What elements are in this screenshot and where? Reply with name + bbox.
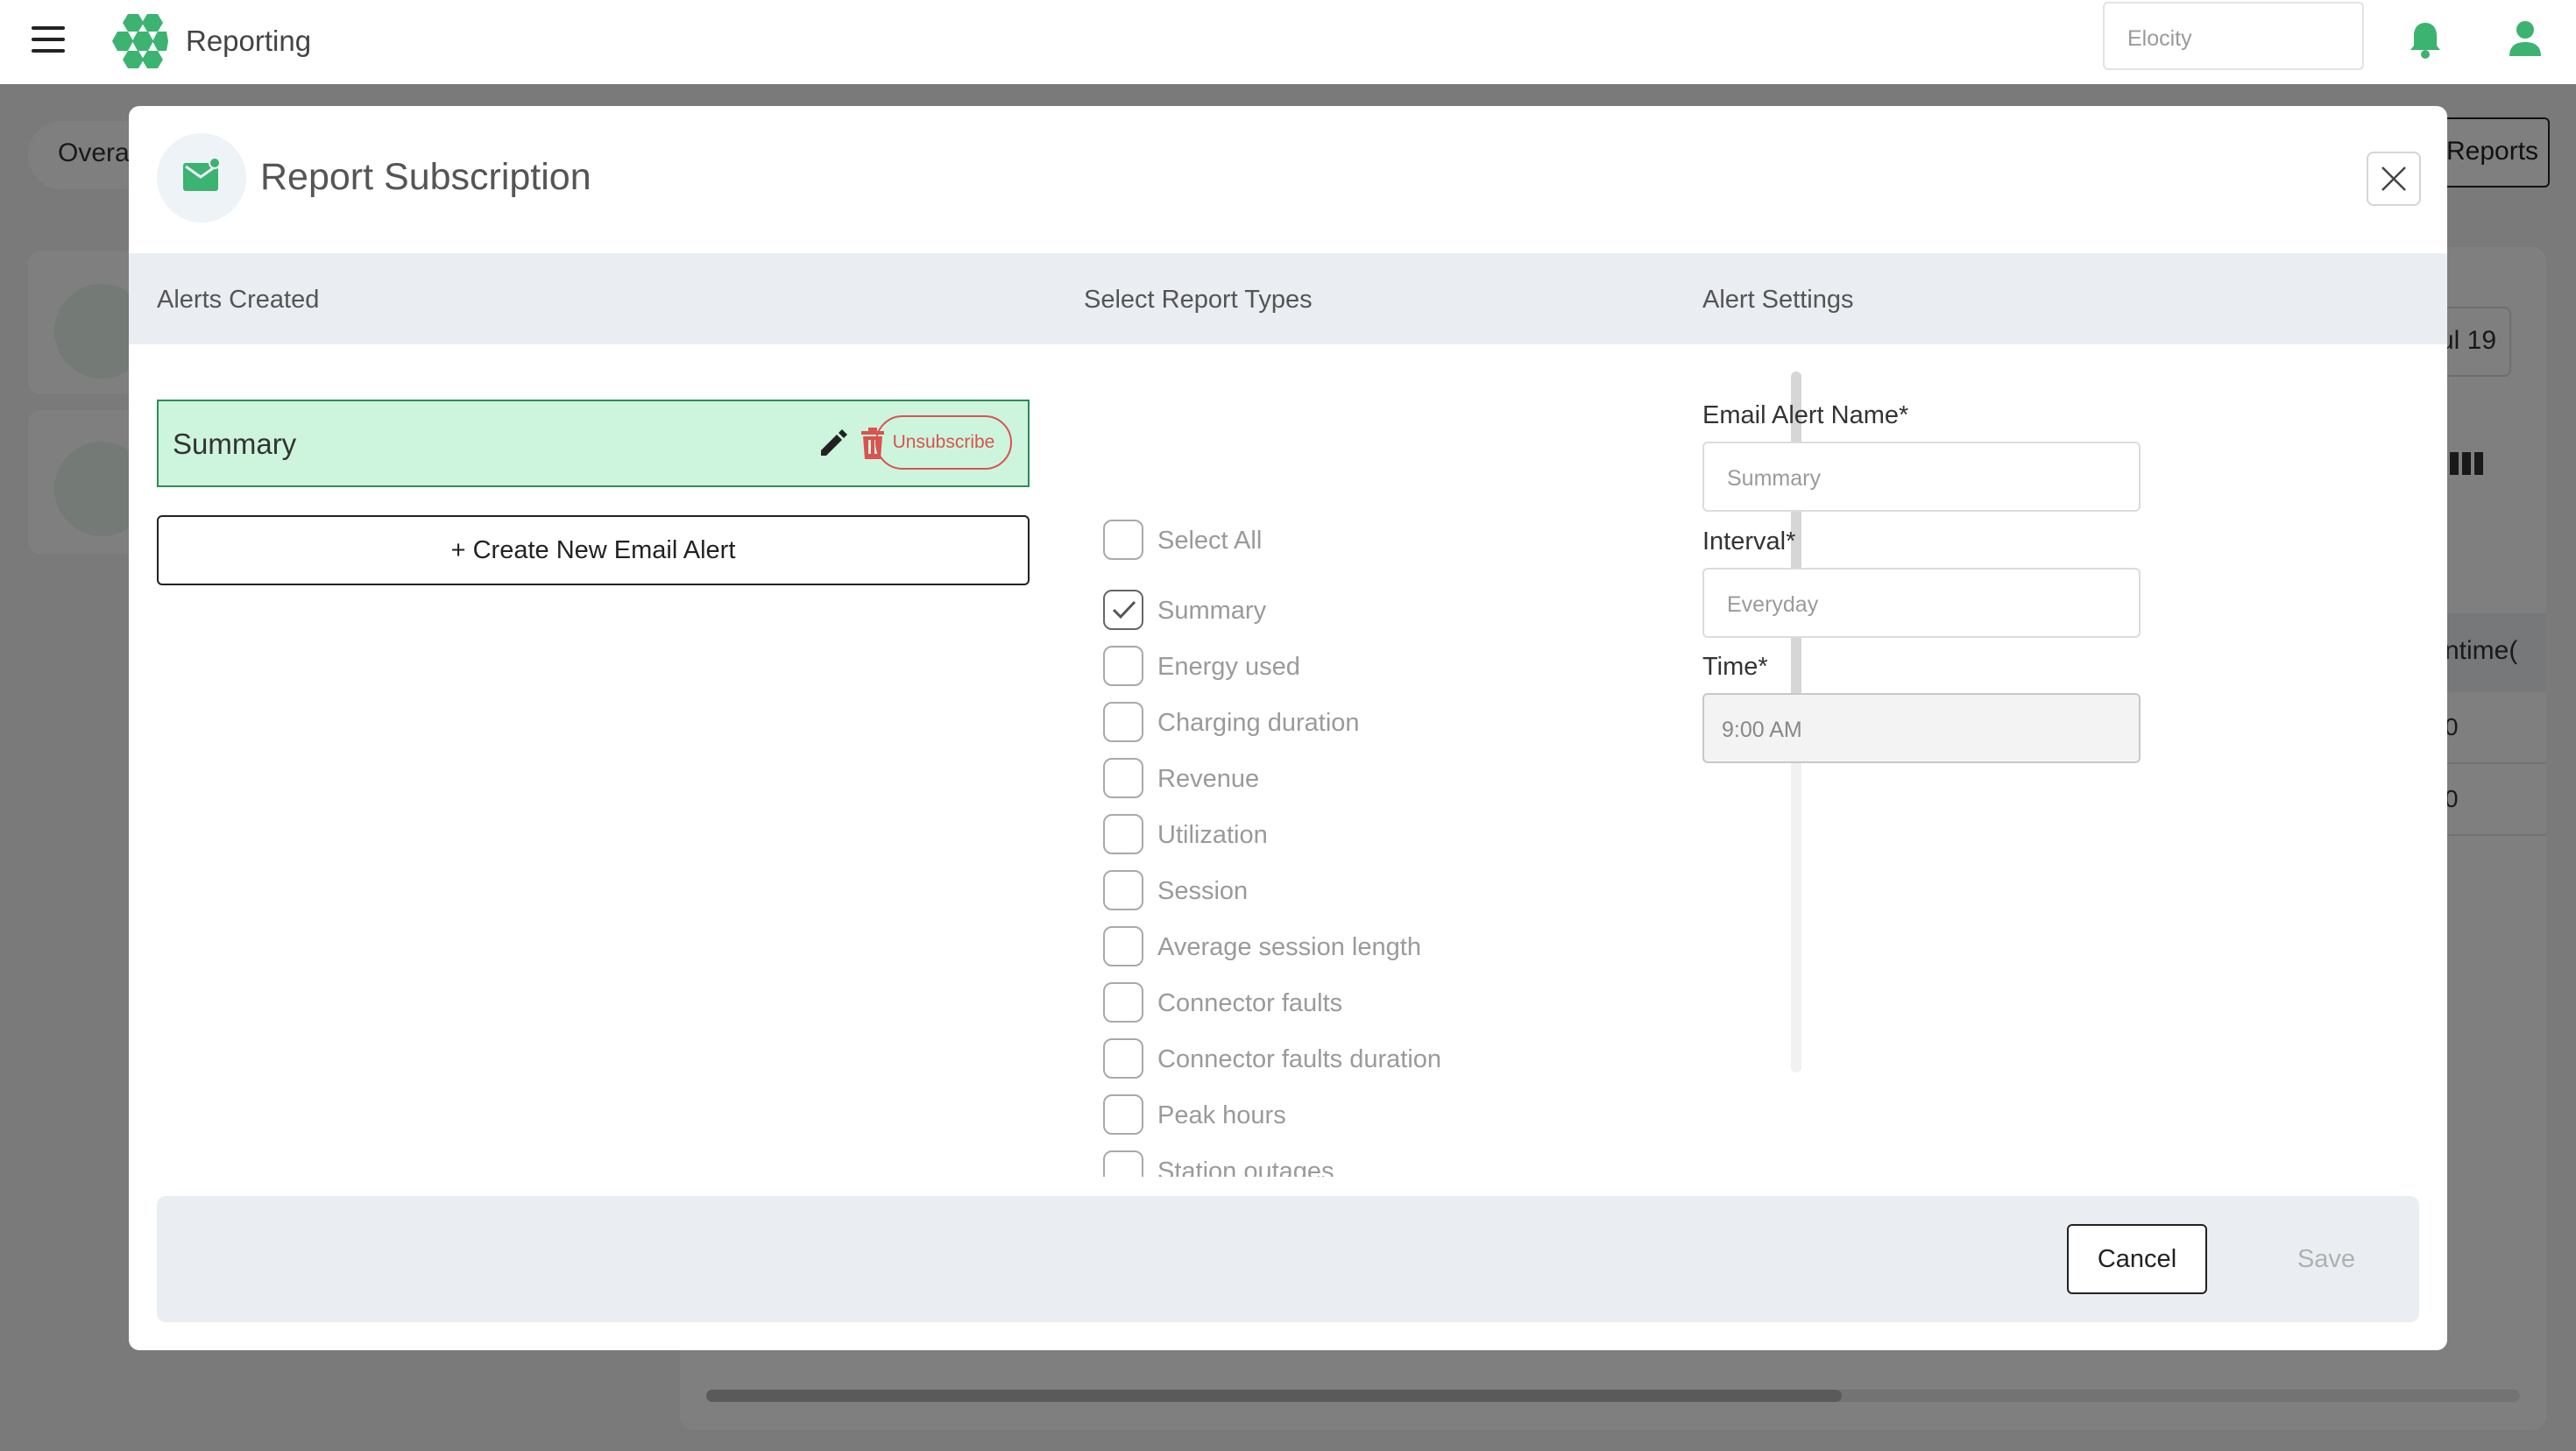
report-type-label: Session	[1157, 877, 1249, 905]
report-type-label: Average session length	[1157, 933, 1421, 961]
time-label: Time*	[1702, 653, 1768, 681]
save-button[interactable]: Save	[2256, 1224, 2396, 1294]
select-report-types-heading: Select Report Types	[1084, 286, 1313, 314]
interval-select[interactable]: Everyday	[1702, 568, 2141, 638]
report-type-label: Connector faults duration	[1157, 1045, 1442, 1073]
checkbox[interactable]	[1103, 982, 1143, 1023]
alerts-created-heading: Alerts Created	[157, 286, 320, 314]
create-new-email-alert-button[interactable]: + Create New Email Alert	[157, 515, 1030, 585]
checkbox[interactable]	[1103, 702, 1143, 742]
email-alert-name-input[interactable]: Summary	[1702, 442, 2141, 512]
modal-title: Report Subscription	[260, 156, 591, 198]
unsubscribe-button[interactable]: Unsubscribe	[875, 415, 1012, 470]
time-input[interactable]: 9:00 AM	[1702, 693, 2141, 763]
checkbox[interactable]	[1103, 1094, 1143, 1135]
close-button[interactable]	[2367, 152, 2421, 206]
edit-pencil-icon[interactable]	[817, 428, 849, 459]
app-logo-icon	[112, 14, 168, 68]
report-type-label: Charging duration	[1157, 709, 1360, 737]
user-profile-icon[interactable]	[2508, 19, 2543, 58]
report-type-label: Energy used	[1157, 653, 1300, 681]
checkbox[interactable]	[1103, 1150, 1143, 1177]
column-header-bar: Alerts Created Select Report Types Alert…	[129, 253, 2447, 344]
report-type-label: Summary	[1157, 597, 1267, 625]
modal-header-icon	[157, 133, 246, 223]
report-type-label: Connector faults	[1157, 989, 1343, 1017]
checkmark-icon	[1112, 600, 1136, 619]
alert-card[interactable]: Summary Unsubscribe	[157, 400, 1030, 487]
checkbox[interactable]	[1103, 926, 1143, 966]
cancel-button[interactable]: Cancel	[2067, 1224, 2207, 1294]
tenant-select[interactable]: Elocity	[2103, 2, 2364, 70]
report-subscription-modal: Report Subscription Alerts Created Selec…	[129, 106, 2447, 1350]
notification-bell-icon[interactable]	[2408, 19, 2443, 60]
checkbox[interactable]	[1103, 646, 1143, 686]
checkbox[interactable]	[1103, 758, 1143, 798]
app-title: Reporting	[186, 25, 312, 57]
report-types-list[interactable]: Select All Summary Energy used Charging …	[1103, 369, 1787, 1177]
checkbox[interactable]	[1103, 814, 1143, 854]
checkbox[interactable]	[1103, 870, 1143, 910]
alert-name: Summary	[173, 428, 297, 460]
checkbox[interactable]	[1103, 1038, 1143, 1079]
close-icon	[2381, 166, 2406, 191]
hamburger-menu-icon[interactable]	[32, 26, 67, 54]
alert-settings-heading: Alert Settings	[1702, 286, 1854, 314]
report-type-label: Peak hours	[1157, 1101, 1286, 1129]
checkbox[interactable]	[1103, 520, 1143, 560]
report-type-label: Select All	[1157, 527, 1263, 555]
checkbox-checked[interactable]	[1103, 590, 1143, 630]
top-app-bar: Reporting Elocity	[0, 0, 2576, 84]
mail-icon	[183, 158, 221, 191]
report-type-label: Revenue	[1157, 765, 1260, 793]
report-type-label: Utilization	[1157, 821, 1268, 849]
email-alert-name-label: Email Alert Name*	[1702, 401, 1909, 429]
interval-label: Interval*	[1702, 527, 1796, 556]
report-type-label: Station outages	[1157, 1157, 1334, 1177]
